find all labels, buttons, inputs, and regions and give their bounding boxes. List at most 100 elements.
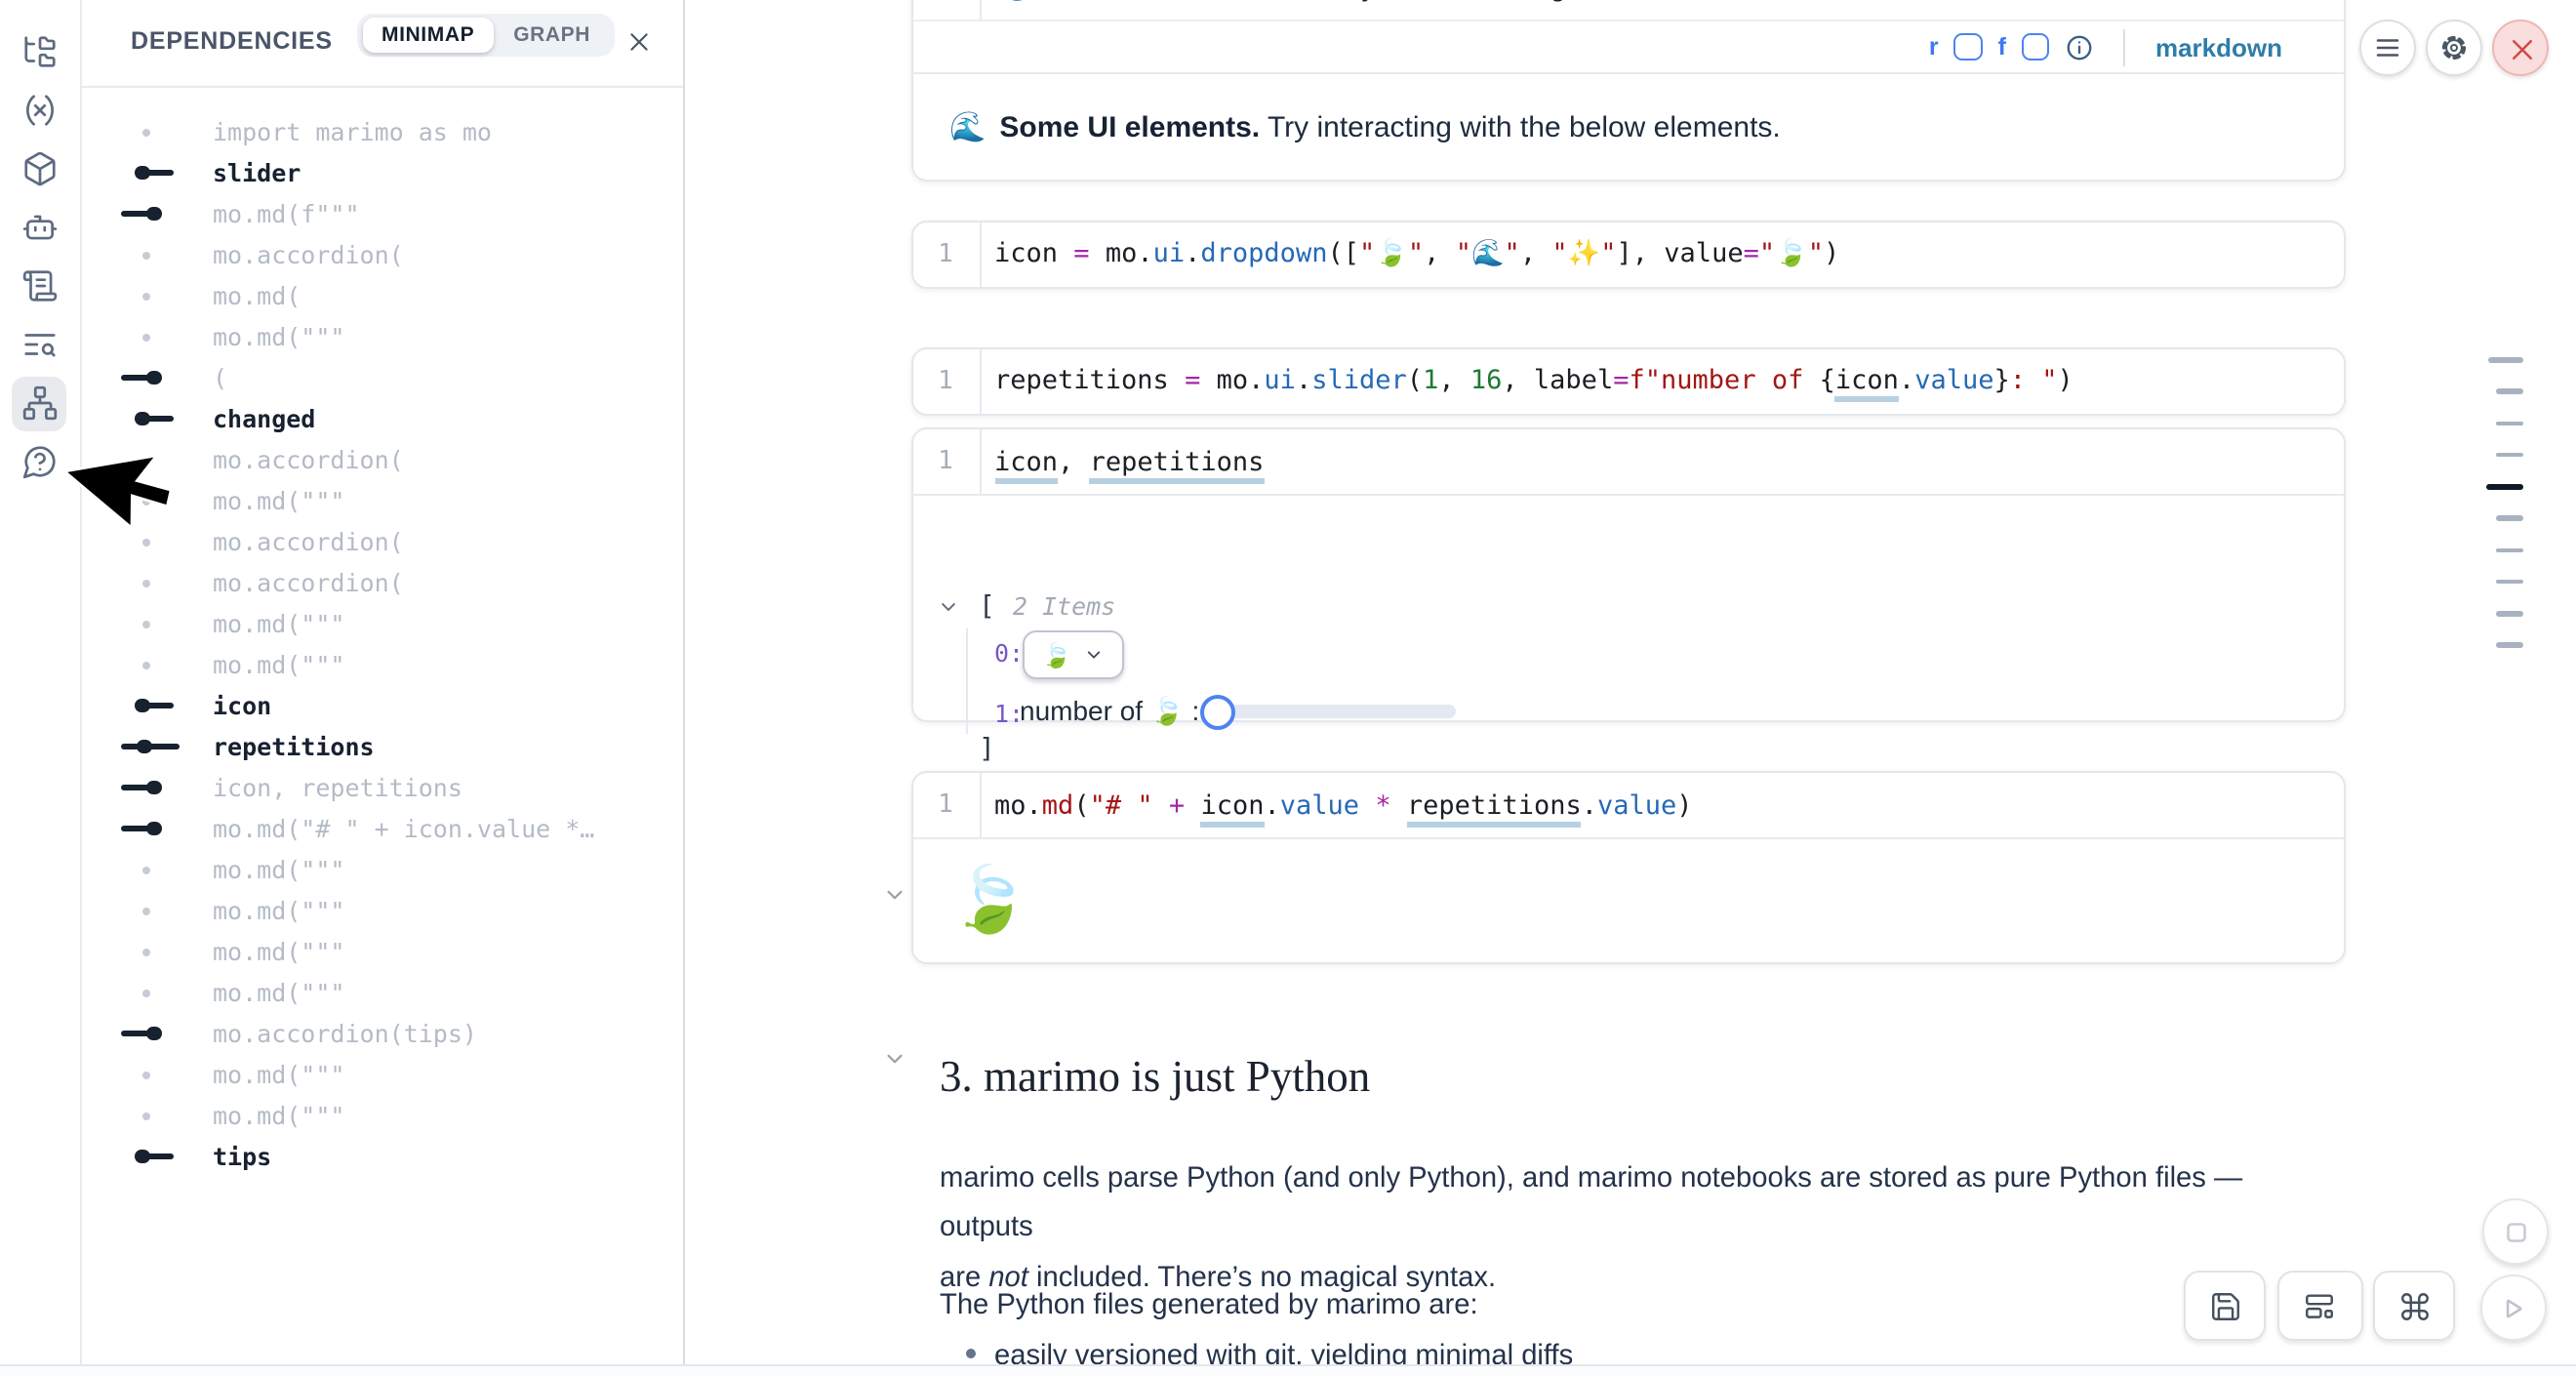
scroll-cell-marker[interactable] xyxy=(2495,389,2522,394)
shutdown-button[interactable] xyxy=(2491,20,2548,76)
scroll-cell-marker[interactable] xyxy=(2495,611,2522,616)
dependency-marker-icon xyxy=(121,1013,187,1054)
md-repeat-output: 🍃 xyxy=(912,839,2343,960)
scroll-cell-marker[interactable] xyxy=(2495,580,2522,585)
minimap-row[interactable]: repetitions xyxy=(80,726,680,767)
tab-minimap[interactable]: MINIMAP xyxy=(362,18,494,53)
minimap-row[interactable]: icon, repetitions xyxy=(80,767,680,808)
cell-intro-markdown[interactable]: 1 🌊 Some UI elements. Try interacting wi… xyxy=(910,0,2345,182)
dropdown-code-line[interactable]: icon = mo.ui.dropdown(["🍃", "🌊", "✨"], v… xyxy=(981,238,1839,269)
info-icon[interactable] xyxy=(2066,32,2095,61)
minimap-row[interactable]: mo.md(""" xyxy=(80,316,680,357)
leaf-emoji-large: 🍃 xyxy=(949,862,1029,938)
line-number-gutter: 1 xyxy=(912,429,981,494)
dependency-marker-icon xyxy=(121,562,187,603)
dependency-marker-icon xyxy=(121,1095,187,1136)
rail-help-icon[interactable] xyxy=(12,434,66,489)
minimap-row[interactable]: slider xyxy=(80,152,680,193)
slider-thumb[interactable] xyxy=(1199,695,1234,730)
cell-slider[interactable]: 1 repetitions = mo.ui.slider(1, 16, labe… xyxy=(910,346,2345,415)
minimap-row[interactable]: mo.accordion(tips) xyxy=(80,1013,680,1054)
minimap-row[interactable]: mo.md(""" xyxy=(80,972,680,1013)
minimap-row[interactable]: mo.md("# " + icon.value *… xyxy=(80,808,680,849)
chevron-down-icon[interactable] xyxy=(938,597,957,617)
dependencies-panel: DEPENDENCIES MINIMAP GRAPH import marimo… xyxy=(80,0,684,1374)
dependency-marker-icon xyxy=(121,398,187,439)
minimap-row[interactable]: mo.md(""" xyxy=(80,644,680,685)
minimap-row[interactable]: mo.md(f""" xyxy=(80,193,680,234)
cell-tuple[interactable]: 1 icon, repetitions [2 Items 0: 🍃 1: num… xyxy=(910,427,2345,722)
scroll-cell-marker[interactable] xyxy=(2495,453,2522,458)
stop-button[interactable] xyxy=(2482,1198,2549,1265)
minimap-row[interactable]: mo.md(""" xyxy=(80,1054,680,1095)
rail-snippets-search-icon[interactable] xyxy=(12,317,66,372)
rail-dependency-graph-icon[interactable] xyxy=(12,376,66,430)
rail-logs-scroll-icon[interactable] xyxy=(12,259,66,313)
rail-variables-icon[interactable] xyxy=(12,83,66,138)
minimap-row[interactable]: mo.accordion( xyxy=(80,562,680,603)
minimap-row[interactable]: icon xyxy=(80,685,680,726)
reactive-toggle-label: r xyxy=(1929,33,1939,61)
stop-icon xyxy=(2500,1216,2531,1247)
minimap-row[interactable]: changed xyxy=(80,398,680,439)
minimap-row-label: mo.md( xyxy=(213,281,301,310)
slider-track[interactable] xyxy=(1209,705,1455,717)
tuple-output-tree: [2 Items 0: 🍃 1: number of 🍃 : ] xyxy=(912,496,2343,720)
cell-dropdown[interactable]: 1 icon = mo.ui.dropdown(["🍃", "🌊", "✨"],… xyxy=(910,220,2345,288)
slider-code-line[interactable]: repetitions = mo.ui.slider(1, 16, label=… xyxy=(981,365,2073,396)
minimap-list: import marimo as moslidermo.md(f"""mo.ac… xyxy=(80,111,680,1177)
intro-output: 🌊 Some UI elements. Try interacting with… xyxy=(912,74,2343,180)
panel-title: DEPENDENCIES xyxy=(131,27,333,55)
minimap-row[interactable]: mo.md(""" xyxy=(80,931,680,972)
reactive-checkbox[interactable] xyxy=(1954,33,1983,61)
dependency-marker-icon xyxy=(121,972,187,1013)
dependency-marker-icon xyxy=(121,193,187,234)
bullet-dot xyxy=(965,1348,975,1357)
scroll-cell-marker[interactable] xyxy=(2485,484,2522,491)
tuple-code-line[interactable]: icon, repetitions xyxy=(981,446,1264,477)
minimap-row-label: slider xyxy=(213,158,301,187)
minimap-row[interactable]: mo.accordion( xyxy=(80,234,680,275)
chevron-down-icon[interactable] xyxy=(883,1048,905,1070)
run-all-button[interactable] xyxy=(2479,1275,2546,1341)
minimap-row-label: mo.accordion( xyxy=(213,445,404,474)
minimap-row[interactable]: mo.md( xyxy=(80,275,680,316)
minimap-row[interactable]: ( xyxy=(80,357,680,398)
intro-output-bold: Some UI elements. xyxy=(999,110,1260,143)
scroll-cell-marker[interactable] xyxy=(2495,421,2522,425)
dependency-marker-icon xyxy=(121,767,187,808)
command-icon xyxy=(2397,1290,2429,1321)
language-toggle-markdown[interactable]: markdown xyxy=(2155,32,2282,61)
dependency-marker-icon xyxy=(121,111,187,152)
save-button[interactable] xyxy=(2184,1271,2266,1341)
intro-output-text: Try interacting with the below elements. xyxy=(1260,110,1781,143)
tree-key-0: 0: xyxy=(994,638,1024,668)
minimap-row[interactable]: mo.md(""" xyxy=(80,603,680,644)
dropdown-select[interactable]: 🍃 xyxy=(1022,630,1123,679)
play-icon xyxy=(2496,1291,2529,1324)
scroll-cell-marker[interactable] xyxy=(2495,643,2522,648)
settings-button[interactable] xyxy=(2426,20,2482,76)
layout-button[interactable] xyxy=(2276,1271,2362,1341)
scroll-cell-marker[interactable] xyxy=(2495,516,2522,521)
minimap-row[interactable]: mo.md(""" xyxy=(80,890,680,931)
keyboard-shortcuts-button[interactable] xyxy=(2372,1271,2454,1341)
minimap-row[interactable]: mo.md(""" xyxy=(80,1095,680,1136)
minimap-row-label: mo.md(""" xyxy=(213,855,344,884)
rail-packages-icon[interactable] xyxy=(12,142,66,196)
format-checkbox[interactable] xyxy=(2022,33,2050,61)
chevron-down-icon[interactable] xyxy=(883,884,905,906)
rail-file-tree-icon[interactable] xyxy=(12,24,66,79)
md-repeat-code-line[interactable]: mo.md("# " + icon.value * repetitions.va… xyxy=(981,789,1693,821)
minimap-row[interactable]: import marimo as mo xyxy=(80,111,680,152)
minimap-row[interactable]: tips xyxy=(80,1136,680,1177)
rail-ai-bot-icon[interactable] xyxy=(12,200,66,255)
minimap-row[interactable]: mo.md(""" xyxy=(80,849,680,890)
scroll-cell-marker[interactable] xyxy=(2487,357,2522,362)
cell-md-repeat[interactable]: 1 mo.md("# " + icon.value * repetitions.… xyxy=(910,771,2345,964)
scroll-cell-marker[interactable] xyxy=(2495,547,2522,552)
menu-button[interactable] xyxy=(2359,20,2416,76)
intro-code-editor[interactable]: 1 🌊 Some UI elements. Try interacting wi… xyxy=(912,0,2343,20)
close-panel-button[interactable] xyxy=(622,23,657,59)
tab-graph[interactable]: GRAPH xyxy=(494,18,610,53)
